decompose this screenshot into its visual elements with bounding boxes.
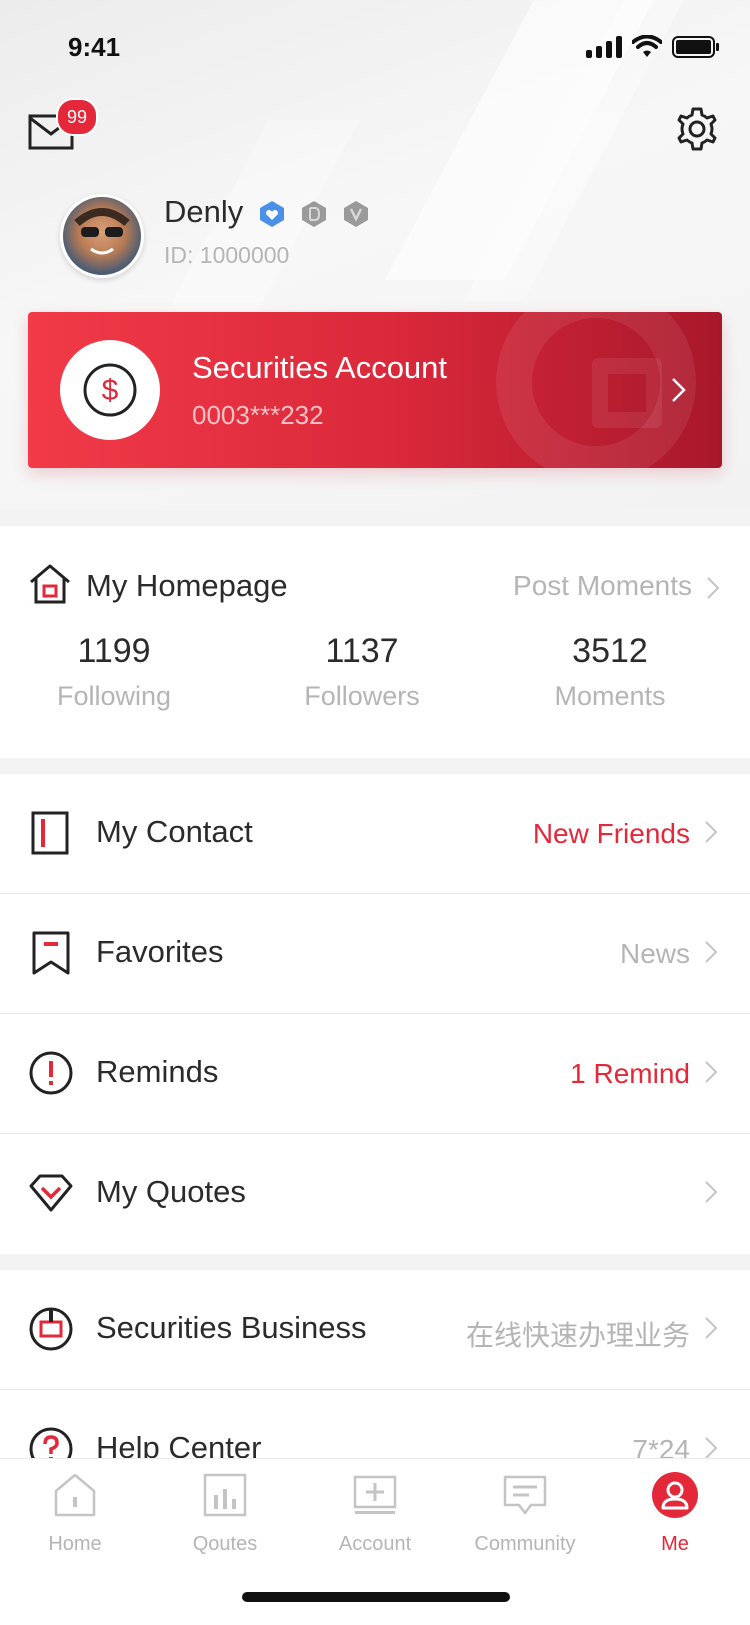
menu-label: My Quotes [96, 1174, 246, 1209]
tab-home[interactable]: Home [15, 1471, 135, 1556]
menu-item-favorites[interactable]: Favorites News [0, 894, 750, 1014]
svg-text:$: $ [102, 374, 119, 407]
username: Denly [164, 194, 244, 229]
stat-following[interactable]: 1199 Following [0, 632, 238, 712]
user-badges [258, 200, 370, 228]
avatar[interactable] [60, 194, 144, 278]
section-gap [0, 1254, 750, 1270]
badge-v-icon [344, 201, 368, 227]
tab-label: Community [474, 1533, 576, 1555]
bookmark-icon [32, 931, 70, 975]
badge-d-icon [302, 201, 326, 227]
tab-label: Account [338, 1533, 412, 1555]
status-bar: 9:41 [0, 0, 750, 96]
menu-item-securities-business[interactable]: Securities Business 在线快速办理业务 [0, 1270, 750, 1390]
chevron-right-icon [707, 577, 720, 599]
avatar-face [74, 208, 130, 255]
menu-label: Reminds [96, 1054, 219, 1089]
diamond-icon [29, 1174, 73, 1212]
tab-account[interactable]: Account [315, 1471, 435, 1556]
chevron-right-icon [672, 378, 686, 402]
securities-account-card[interactable]: $ Securities Account 0003***232 [28, 312, 722, 468]
wifi-icon [632, 35, 662, 57]
section-gap [0, 758, 750, 774]
stat-value: 1199 [77, 632, 151, 670]
community-tab-icon [503, 1475, 547, 1515]
stat-value: 1137 [325, 632, 399, 670]
quotes-tab-icon [203, 1473, 247, 1517]
settings-button[interactable] [674, 106, 720, 152]
chevron-right-icon [705, 1181, 718, 1203]
homepage-title[interactable]: My Homepage [86, 568, 288, 604]
stat-followers[interactable]: 1137 Followers [238, 632, 486, 712]
contact-book-icon [31, 811, 69, 855]
post-moments-link[interactable]: Post Moments [513, 570, 692, 602]
card-watermark-square [592, 358, 662, 428]
tab-label: Me [661, 1533, 689, 1555]
account-card-number: 0003***232 [192, 400, 324, 430]
battery-icon [672, 36, 719, 58]
securities-business-icon [29, 1307, 73, 1351]
chevron-right-icon [705, 1437, 718, 1459]
tab-label: Home [48, 1533, 102, 1555]
stat-moments[interactable]: 3512 Moments [486, 632, 734, 712]
section-gap [0, 510, 750, 526]
homepage-stats: 1199 Following 1137 Followers 3512 Momen… [0, 632, 750, 712]
menu-item-my-quotes[interactable]: My Quotes [0, 1134, 750, 1254]
tab-me[interactable]: Me [615, 1471, 735, 1556]
home-icon [30, 564, 70, 604]
homepage-section: My Homepage Post Moments 1199 Following … [0, 526, 750, 758]
dollar-icon-circle: $ [60, 340, 160, 440]
tab-label: Qoutes [192, 1533, 258, 1555]
menu-right-text: News [619, 938, 690, 969]
chevron-right-icon [705, 1317, 718, 1339]
dollar-icon: $ [83, 363, 137, 417]
menu-item-reminds[interactable]: Reminds 1 Remind [0, 1014, 750, 1134]
chevron-right-icon [705, 1061, 718, 1083]
menu-label: Favorites [96, 934, 224, 969]
home-tab-icon [54, 1473, 96, 1517]
chevron-right-icon [705, 941, 718, 963]
cellular-signal-icon [586, 36, 622, 58]
stat-label: Followers [304, 681, 420, 711]
me-tab-icon [652, 1472, 698, 1518]
user-id: ID: 1000000 [164, 242, 290, 268]
home-indicator [242, 1592, 510, 1602]
verified-badge-icon [260, 201, 284, 227]
chevron-right-icon [705, 821, 718, 843]
menu-label: Securities Business [96, 1310, 367, 1345]
stat-value: 3512 [572, 632, 648, 670]
notification-badge: 99 [56, 98, 98, 136]
gear-icon [677, 107, 717, 151]
tab-community[interactable]: Community [465, 1471, 585, 1556]
status-time: 9:41 [68, 32, 121, 62]
alert-icon [29, 1051, 73, 1095]
tab-quotes[interactable]: Qoutes [165, 1471, 285, 1556]
stat-label: Following [56, 681, 172, 711]
menu-right-text: 在线快速办理业务 [465, 1320, 690, 1351]
menu-label: My Contact [96, 814, 253, 849]
status-icons [586, 32, 720, 62]
menu-right-text: New Friends [532, 818, 690, 849]
account-card-title: Securities Account [192, 350, 448, 385]
menu-right-text: 1 Remind [570, 1058, 690, 1089]
menu-item-my-contact[interactable]: My Contact New Friends [0, 774, 750, 894]
account-tab-icon [353, 1475, 397, 1514]
stat-label: Moments [554, 681, 666, 711]
